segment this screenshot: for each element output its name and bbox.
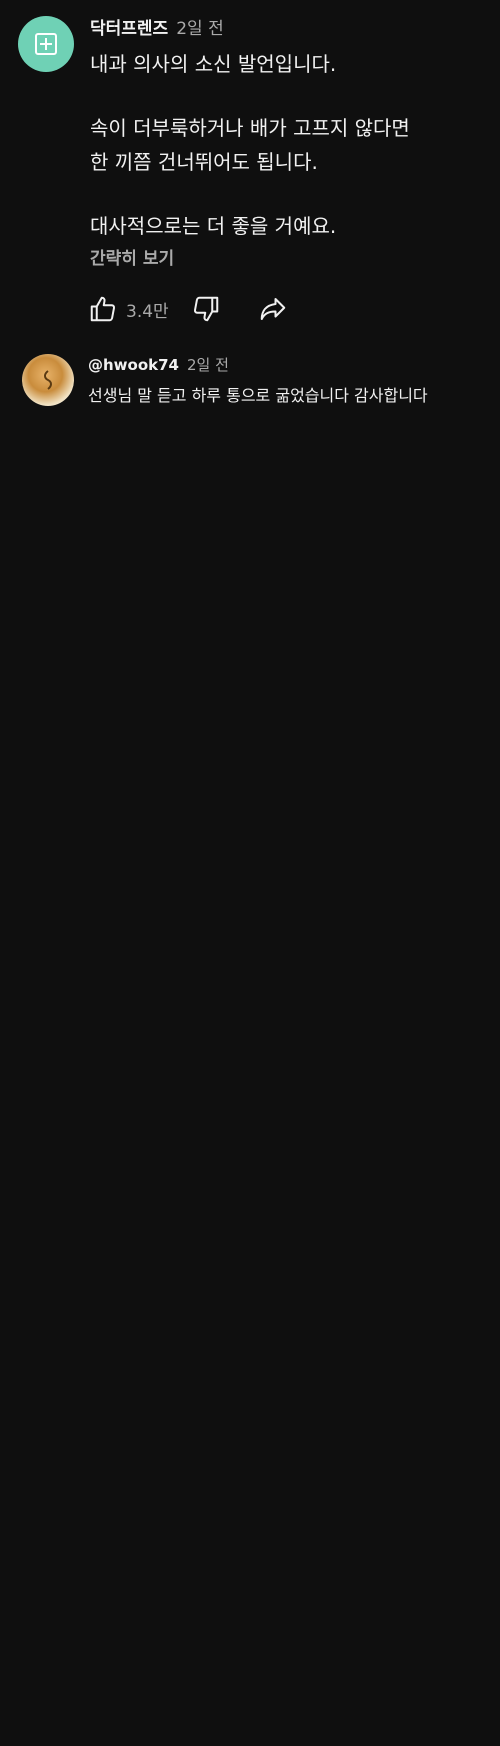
user-avatar[interactable] — [22, 354, 74, 406]
author-name[interactable]: @hwook74 — [88, 356, 179, 374]
channel-avatar[interactable] — [18, 16, 74, 72]
like-count: 3.4만 — [126, 301, 169, 322]
comment-text: 선생님 말 듣고 하루 통으로 굶었습니다 감사합니다 — [88, 386, 428, 405]
comment-line: 내과 의사의 소신 발언입니다. — [90, 52, 337, 76]
share-button[interactable] — [257, 294, 289, 324]
swirl-icon — [44, 370, 52, 390]
timestamp[interactable]: 2일 전 — [176, 19, 224, 39]
share-icon — [260, 298, 285, 320]
comment-thread-1: 닥터프렌즈 2일 전 내과 의사의 소신 발언입니다. 속이 더부룩하거나 배가 … — [0, 0, 500, 330]
timestamp[interactable]: 2일 전 — [187, 356, 229, 374]
comment-header: @hwook74 2일 전 — [88, 354, 229, 375]
comment-header: 닥터프렌즈 2일 전 — [90, 14, 224, 39]
author-name[interactable]: 닥터프렌즈 — [90, 19, 168, 39]
comment-actions: 3.4만 — [88, 294, 289, 324]
dislike-button[interactable] — [191, 294, 221, 324]
channel-logo-icon — [34, 32, 58, 56]
show-less-link[interactable]: 간략히 보기 — [90, 244, 174, 269]
thumb-up-icon — [90, 296, 116, 322]
comment-line: 한 끼쯤 건너뛰어도 됩니다. — [90, 150, 318, 174]
like-button[interactable]: 3.4만 — [88, 294, 169, 324]
comment-line: 속이 더부룩하거나 배가 고프지 않다면 — [90, 116, 410, 140]
comment-thread-2: @hwook74 2일 전 선생님 말 듣고 하루 통으로 굶었습니다 감사합니다 — [0, 330, 500, 630]
comment-line: 대사적으로는 더 좋을 거예요. — [90, 214, 337, 238]
thumb-down-icon — [193, 296, 218, 322]
